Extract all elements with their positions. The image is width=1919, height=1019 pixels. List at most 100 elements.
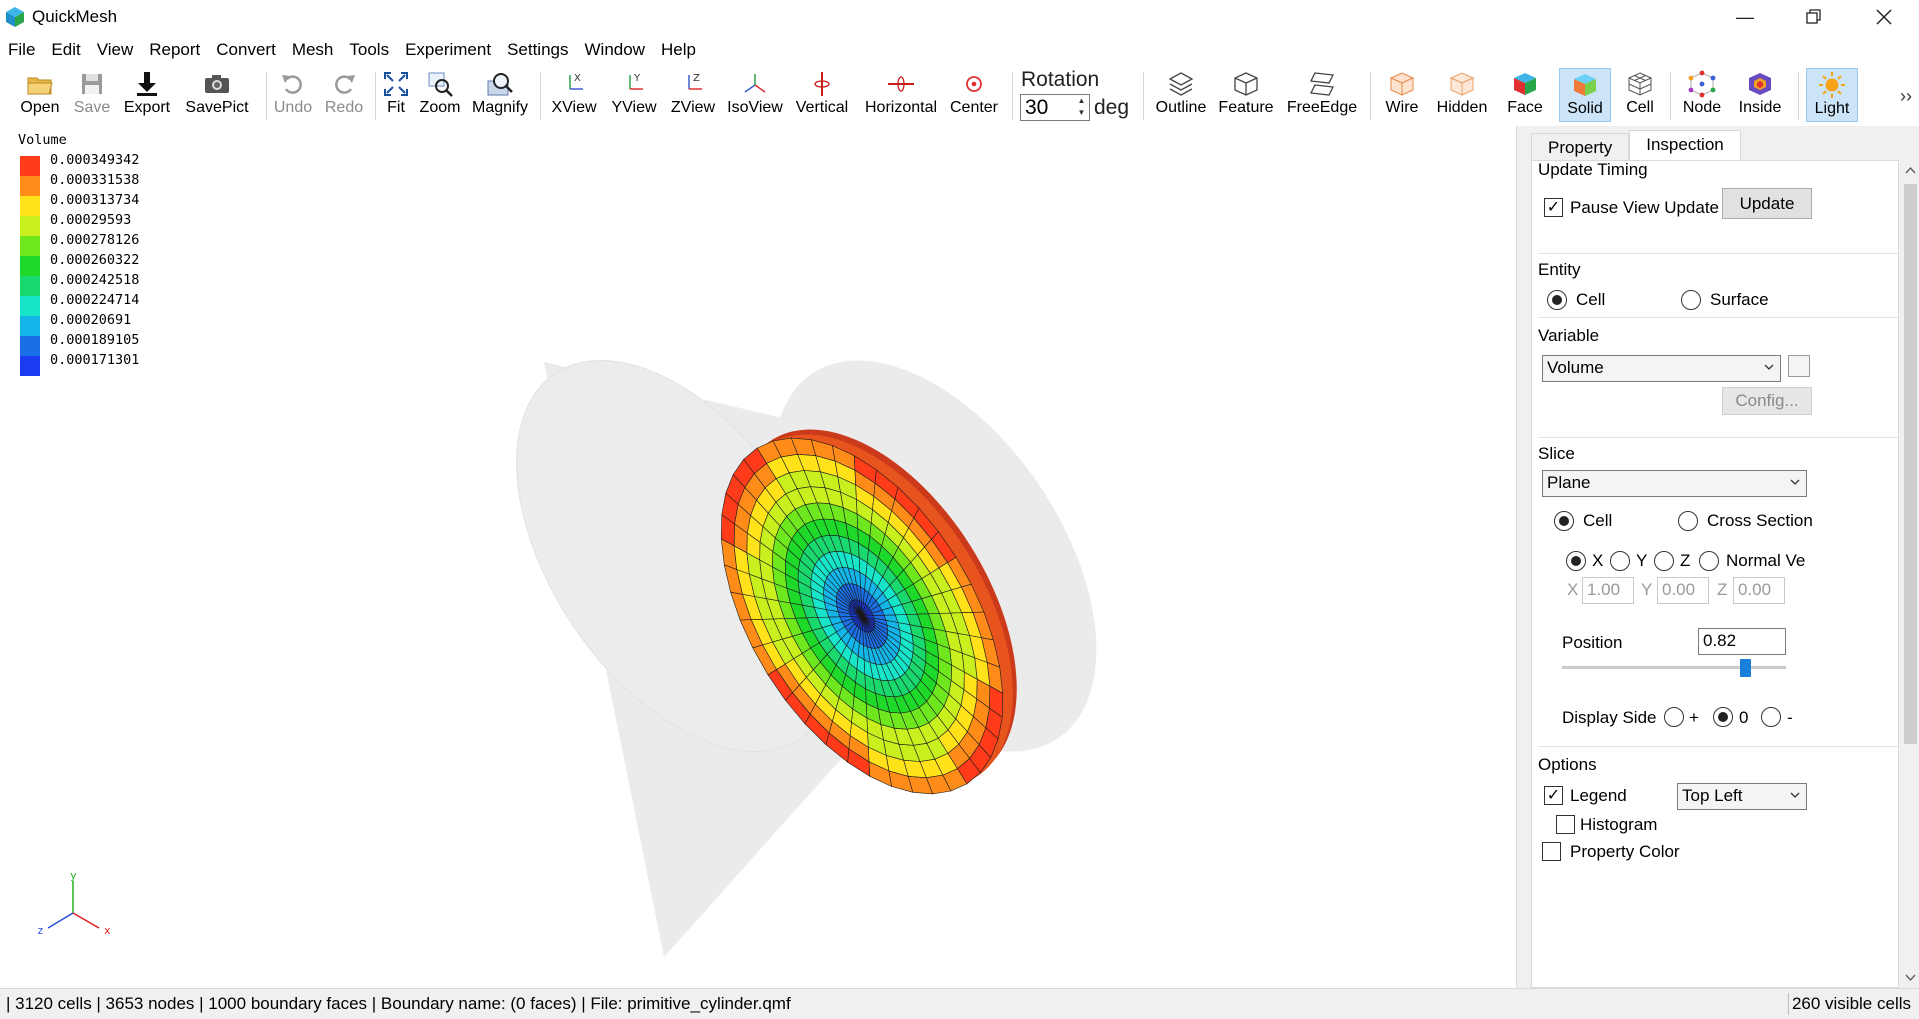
export-button[interactable]: Export [121,68,173,122]
slice-cell-radio[interactable] [1554,511,1574,531]
menu-edit[interactable]: Edit [43,36,88,64]
config-button[interactable]: Config... [1722,387,1812,415]
normal-y-radio[interactable] [1610,551,1630,571]
legend-position-select[interactable]: Top Left [1677,783,1807,810]
position-slider-track[interactable] [1562,666,1786,669]
scroll-up-icon[interactable] [1905,166,1916,176]
fit-button[interactable]: Fit [381,68,411,122]
normal-y-field[interactable]: 0.00 [1657,577,1709,604]
zview-label: ZView [670,99,716,116]
feature-button[interactable]: Feature [1215,68,1277,122]
solid-button[interactable]: Solid [1559,68,1611,122]
position-label: Position [1562,633,1623,652]
outline-button[interactable]: Outline [1152,68,1210,122]
position-slider-thumb[interactable] [1740,659,1752,677]
node-button[interactable]: Node [1680,68,1724,122]
wire-button[interactable]: Wire [1380,68,1424,122]
free-edge-icon [1310,72,1334,96]
display-side-plus-radio[interactable] [1664,707,1684,727]
save-button[interactable]: Save [70,68,114,122]
download-arrow-icon [137,72,157,96]
toolbar-separator [266,72,267,120]
restore-button[interactable] [1785,0,1843,34]
menu-convert[interactable]: Convert [208,36,284,64]
normal-z-field[interactable]: 0.00 [1733,577,1785,604]
chevron-down-icon [1790,479,1800,485]
menu-help[interactable]: Help [653,36,704,64]
tab-property[interactable]: Property [1531,133,1630,161]
iso-axes-icon [744,74,766,93]
xview-button[interactable]: X XView [550,68,598,122]
horizontal-button[interactable]: Horizontal [863,68,939,122]
xview-label: XView [551,99,597,116]
zview-button[interactable]: Z ZView [669,68,717,122]
menu-view[interactable]: View [89,36,142,64]
zoom-icon [428,72,453,97]
inside-hex-icon [1749,73,1771,95]
variable-select[interactable]: Volume [1542,355,1781,382]
histogram-checkbox[interactable] [1556,815,1575,834]
light-button[interactable]: Light [1806,68,1858,122]
yview-button[interactable]: Y YView [610,68,658,122]
minimize-button[interactable]: — [1716,0,1774,34]
zoom-button[interactable]: Zoom [418,68,462,122]
toolbar-overflow-chevron-icon[interactable]: ›› [1900,86,1912,107]
slice-cross-section-radio[interactable] [1678,511,1698,531]
entity-cell-radio[interactable] [1547,290,1567,310]
normal-vector-radio[interactable] [1699,551,1719,571]
rotation-unit: deg [1094,96,1130,119]
isoview-button[interactable]: IsoView [725,68,785,122]
normal-z-radio[interactable] [1654,551,1674,571]
3d-viewport[interactable]: Volume 0.000349342 0.000331538 0.0003137… [0,126,1516,988]
folder-open-icon [27,77,53,95]
redo-button[interactable]: Redo [322,68,366,122]
menu-mesh[interactable]: Mesh [284,36,342,64]
freeedge-button[interactable]: FreeEdge [1283,68,1361,122]
fit-label: Fit [387,99,405,116]
face-button[interactable]: Face [1503,68,1547,122]
display-side-minus-radio[interactable] [1761,707,1781,727]
vertical-button[interactable]: Vertical [792,68,852,122]
scroll-down-icon[interactable] [1905,972,1916,982]
undo-button[interactable]: Undo [271,68,315,122]
close-button[interactable] [1855,0,1913,34]
menu-tools[interactable]: Tools [341,36,397,64]
variable-color-button[interactable] [1788,355,1810,377]
normal-vector-label: Normal Ve [1726,551,1806,570]
magnify-button[interactable]: Magnify [472,68,528,122]
normal-x-field[interactable]: 1.00 [1582,577,1634,604]
update-button[interactable]: Update [1722,188,1812,219]
legend-checkbox[interactable]: ✓ [1544,786,1563,805]
hidden-button[interactable]: Hidden [1433,68,1491,122]
cell-button[interactable]: Cell [1618,68,1662,122]
entity-surface-radio[interactable] [1681,290,1701,310]
position-input[interactable]: 0.82 [1698,628,1786,655]
inside-button[interactable]: Inside [1734,68,1786,122]
z-axis-view-icon: Z [688,73,702,90]
menu-report[interactable]: Report [141,36,208,64]
panel-scrollbar[interactable] [1902,162,1919,988]
rotation-spinner[interactable]: ▲ ▼ [1074,95,1089,120]
scrollbar-thumb[interactable] [1904,184,1917,744]
undo-label: Undo [273,99,313,116]
menu-file[interactable]: File [0,36,43,64]
display-side-zero-radio[interactable] [1713,707,1733,727]
center-button[interactable]: Center [948,68,1000,122]
menu-settings[interactable]: Settings [499,36,576,64]
feature-cube-icon [1234,72,1258,96]
savepict-button[interactable]: SavePict [182,68,252,122]
menu-window[interactable]: Window [577,36,653,64]
variable-group: Variable Volume Config... [1538,317,1898,437]
open-label: Open [20,99,60,116]
solid-label: Solid [1567,100,1603,117]
solid-cube-icon [1574,74,1596,96]
normal-z-field-label: Z [1717,580,1728,599]
tab-inspection[interactable]: Inspection [1629,130,1741,161]
normal-x-radio[interactable] [1566,551,1586,571]
undo-icon [282,75,302,94]
open-button[interactable]: Open [18,68,62,122]
property-color-checkbox[interactable] [1542,842,1561,861]
pause-view-update-checkbox[interactable]: ✓ [1544,198,1563,217]
menu-experiment[interactable]: Experiment [397,36,499,64]
slice-mode-select[interactable]: Plane [1542,470,1807,497]
